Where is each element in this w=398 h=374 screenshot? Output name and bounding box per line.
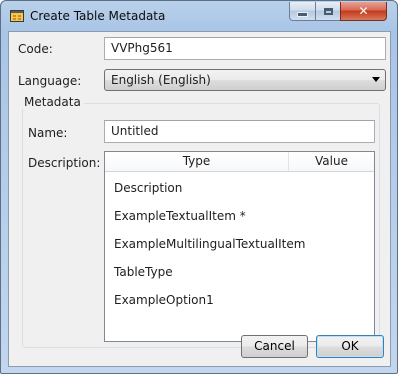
grid-row[interactable]: ExampleOption1 xyxy=(114,293,214,307)
grid-row[interactable]: Description xyxy=(114,181,182,195)
dialog-content: Code: VVPhg561 Language: English (Englis… xyxy=(8,31,391,367)
code-label: Code: xyxy=(18,42,53,56)
language-label: Language: xyxy=(18,74,82,88)
ok-button[interactable]: OK xyxy=(316,335,384,358)
maximize-icon xyxy=(323,7,333,15)
column-header-type[interactable]: Type xyxy=(105,152,289,171)
close-icon: ✕ xyxy=(358,4,369,18)
name-input-value: Untitled xyxy=(111,124,159,138)
table-window-icon xyxy=(10,10,24,22)
grid-row[interactable]: ExampleMultilingualTextualItem xyxy=(114,237,305,251)
window-title: Create Table Metadata xyxy=(30,9,166,23)
code-input-value: VVPhg561 xyxy=(111,41,173,55)
grid-header: Type Value xyxy=(105,152,374,172)
description-label: Description: xyxy=(28,156,101,170)
metadata-group-title: Metadata xyxy=(21,95,84,109)
minimize-button[interactable] xyxy=(289,2,316,21)
name-input[interactable]: Untitled xyxy=(104,120,375,143)
name-label: Name: xyxy=(28,126,68,140)
grid-row[interactable]: ExampleTextualItem * xyxy=(114,209,246,223)
description-grid[interactable]: Type Value Description ExampleTextualIte… xyxy=(104,151,375,342)
title-bar[interactable]: Create Table Metadata ✕ xyxy=(1,1,397,31)
language-dropdown-value: English (English) xyxy=(111,73,211,87)
minimize-icon xyxy=(297,11,308,17)
maximize-button[interactable] xyxy=(315,2,341,21)
code-input[interactable]: VVPhg561 xyxy=(104,37,386,60)
dialog-window: Create Table Metadata ✕ Code: VVPhg561 L… xyxy=(0,0,398,374)
grid-row[interactable]: TableType xyxy=(114,265,173,279)
language-dropdown[interactable]: English (English) xyxy=(104,69,386,91)
column-header-value[interactable]: Value xyxy=(289,152,374,171)
cancel-button[interactable]: Cancel xyxy=(241,335,308,358)
close-button[interactable]: ✕ xyxy=(340,2,387,21)
chevron-down-icon xyxy=(372,77,380,82)
